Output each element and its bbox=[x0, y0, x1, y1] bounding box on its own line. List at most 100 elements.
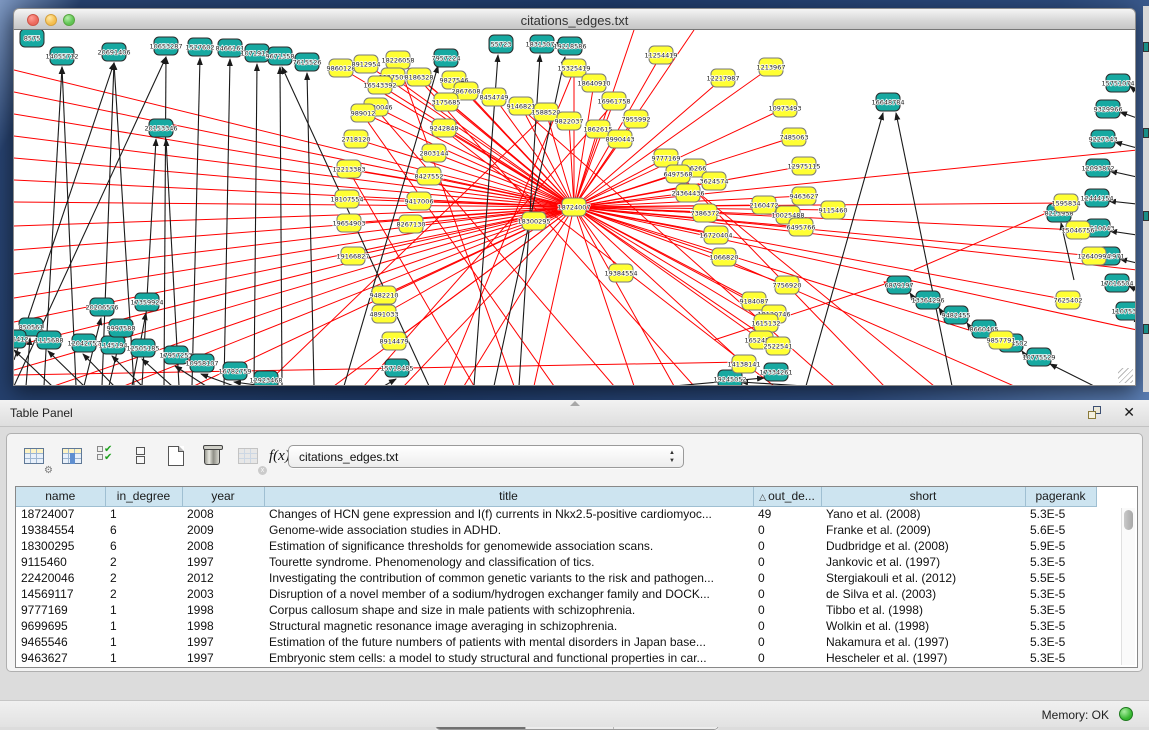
table-cell[interactable]: 19384554 bbox=[16, 522, 105, 538]
table-cell[interactable]: Franke et al. (2009) bbox=[821, 522, 1025, 538]
graph-node[interactable]: 9777169 bbox=[652, 149, 681, 167]
graph-node[interactable]: 12923468 bbox=[249, 371, 282, 386]
graph-edge-outgoing[interactable] bbox=[574, 129, 598, 207]
table-cell[interactable]: 1 bbox=[105, 618, 182, 634]
table-cell[interactable]: 1997 bbox=[182, 650, 264, 666]
graph-node[interactable]: 18300295 bbox=[517, 212, 550, 230]
graph-node[interactable]: 9822037 bbox=[555, 112, 584, 130]
graph-node[interactable]: 3175685 bbox=[432, 93, 461, 111]
table-row[interactable]: 946362711997Embryonic stem cells: a mode… bbox=[16, 650, 1096, 666]
table-cell[interactable]: 6 bbox=[105, 538, 182, 554]
graph-node[interactable]: 15718485 bbox=[380, 359, 413, 377]
graph-node[interactable]: 12505185 bbox=[126, 339, 159, 357]
graph-node[interactable]: 55723 bbox=[489, 35, 513, 53]
table-cell[interactable]: 1 bbox=[105, 506, 182, 522]
graph-node[interactable]: 8454749 bbox=[480, 88, 509, 106]
graph-node[interactable]: 16961758 bbox=[597, 92, 630, 110]
table-row[interactable]: 2242004622012Investigating the contribut… bbox=[16, 570, 1096, 586]
table-cell[interactable]: 9777169 bbox=[16, 602, 105, 618]
table-cell[interactable]: Wolkin et al. (1998) bbox=[821, 618, 1025, 634]
graph-node[interactable]: 15046756 bbox=[1061, 221, 1094, 239]
graph-node[interactable]: 9242848 bbox=[430, 119, 459, 137]
graph-edge[interactable] bbox=[741, 382, 804, 386]
table-cell[interactable]: Structural magnetic resonance image aver… bbox=[264, 618, 753, 634]
table-cell[interactable]: 1997 bbox=[182, 554, 264, 570]
graph-node[interactable]: 6879197 bbox=[885, 276, 914, 294]
table-cell[interactable]: 0 bbox=[753, 618, 821, 634]
graph-edge-outgoing[interactable] bbox=[434, 153, 574, 207]
table-cell[interactable]: 1 bbox=[105, 602, 182, 618]
table-cell[interactable]: 9463627 bbox=[16, 650, 105, 666]
graph-node[interactable]: 17016504 bbox=[1100, 274, 1133, 292]
graph-node[interactable]: 9671358 bbox=[266, 47, 295, 65]
graph-node[interactable]: 1213967 bbox=[757, 58, 786, 76]
table-cell[interactable]: Nakamura et al. (1997) bbox=[821, 634, 1025, 650]
graph-node[interactable]: 12444154 bbox=[1080, 189, 1113, 207]
table-cell[interactable]: Corpus callosum shape and size in male p… bbox=[264, 602, 753, 618]
graph-node[interactable]: 8267130 bbox=[397, 215, 426, 233]
memory-status-icon[interactable] bbox=[1119, 707, 1133, 721]
table-cell[interactable]: 18724007 bbox=[16, 506, 105, 522]
table-row[interactable]: 1938455462009Genome-wide association stu… bbox=[16, 522, 1096, 538]
graph-node[interactable]: 19218586 bbox=[553, 37, 586, 55]
graph-node-hub[interactable]: 18724007 bbox=[557, 198, 590, 216]
graph-node[interactable]: 19166827 bbox=[336, 247, 369, 265]
table-row[interactable]: 969969511998Structural magnetic resonanc… bbox=[16, 618, 1096, 634]
graph-node[interactable]: 20691406 bbox=[97, 43, 130, 61]
table-cell[interactable]: 0 bbox=[753, 570, 821, 586]
graph-node[interactable]: 2522541 bbox=[764, 337, 793, 355]
graph-node[interactable]: 8575 bbox=[20, 30, 44, 47]
table-row[interactable]: 1456911722003Disruption of a novel membe… bbox=[16, 586, 1096, 602]
table-cell[interactable]: 5.3E-5 bbox=[1025, 602, 1096, 618]
graph-node[interactable]: 7615526 bbox=[293, 53, 322, 71]
column-header-short[interactable]: short bbox=[821, 487, 1025, 506]
graph-edge[interactable] bbox=[254, 64, 257, 386]
table-cell[interactable]: 0 bbox=[753, 650, 821, 666]
graph-node[interactable]: 3624574 bbox=[700, 172, 729, 190]
graph-edge-outgoing[interactable] bbox=[404, 207, 574, 386]
table-cell[interactable]: Changes of HCN gene expression and I(f) … bbox=[264, 506, 753, 522]
table-cell[interactable]: 14569117 bbox=[16, 586, 105, 602]
table-cell[interactable]: Stergiakouli et al. (2012) bbox=[821, 570, 1025, 586]
graph-node[interactable]: 18640910 bbox=[577, 74, 610, 92]
table-cell[interactable]: 5.6E-5 bbox=[1025, 522, 1096, 538]
graph-edge[interactable] bbox=[384, 379, 396, 386]
select-rows-icon[interactable]: ✔ ✔ bbox=[97, 446, 127, 474]
table-cell[interactable]: 1997 bbox=[182, 634, 264, 650]
table-cell[interactable]: Yano et al. (2008) bbox=[821, 506, 1025, 522]
table-cell[interactable]: 5.3E-5 bbox=[1025, 634, 1096, 650]
graph-node[interactable]: 1145194 bbox=[99, 336, 128, 354]
graph-node[interactable]: 10958107 bbox=[185, 354, 218, 372]
graph-node[interactable]: 20153346 bbox=[144, 119, 177, 137]
graph-node[interactable]: 19384554 bbox=[604, 264, 637, 282]
graph-edge[interactable] bbox=[224, 59, 230, 386]
graph-node[interactable]: 7955992 bbox=[622, 110, 651, 128]
graph-node[interactable]: 9115460 bbox=[819, 201, 848, 219]
column-header-name[interactable]: name bbox=[16, 487, 105, 506]
table-cell[interactable]: 0 bbox=[753, 602, 821, 618]
graph-node[interactable]: 7957224 bbox=[432, 49, 461, 67]
close-panel-icon[interactable]: ✕ bbox=[1123, 404, 1135, 421]
table-cell[interactable]: 2003 bbox=[182, 586, 264, 602]
table-cell[interactable]: Tibbo et al. (1998) bbox=[821, 602, 1025, 618]
graph-node[interactable]: 1115688 bbox=[35, 331, 64, 349]
graph-node[interactable]: 7756920 bbox=[773, 276, 802, 294]
graph-node[interactable]: 9463627 bbox=[790, 187, 819, 205]
graph-node[interactable]: 12093872 bbox=[1081, 159, 1114, 177]
graph-edge-outgoing[interactable] bbox=[14, 362, 744, 375]
graph-node[interactable]: 7625402 bbox=[1054, 291, 1083, 309]
table-cell[interactable]: 1998 bbox=[182, 602, 264, 618]
column-header-out-de-[interactable]: △out_de... bbox=[753, 487, 821, 506]
network-view-canvas[interactable]: 8575140557122069140610653287152760284661… bbox=[13, 30, 1136, 386]
graph-node[interactable]: 12217987 bbox=[706, 69, 739, 87]
graph-edge-outgoing[interactable] bbox=[574, 207, 621, 273]
table-cell[interactable]: Estimation of significance thresholds fo… bbox=[264, 538, 753, 554]
graph-node[interactable]: 14055712 bbox=[45, 47, 78, 65]
table-cell[interactable]: 5.3E-5 bbox=[1025, 618, 1096, 634]
window-resize-grip[interactable] bbox=[1118, 368, 1133, 383]
table-row[interactable]: 946554611997Estimation of the future num… bbox=[16, 634, 1096, 650]
table-cell[interactable]: Embryonic stem cells: a model to study s… bbox=[264, 650, 753, 666]
new-table-icon[interactable] bbox=[163, 444, 193, 472]
graph-node[interactable]: 20206576 bbox=[85, 298, 118, 316]
column-header-in-degree[interactable]: in_degree bbox=[105, 487, 182, 506]
